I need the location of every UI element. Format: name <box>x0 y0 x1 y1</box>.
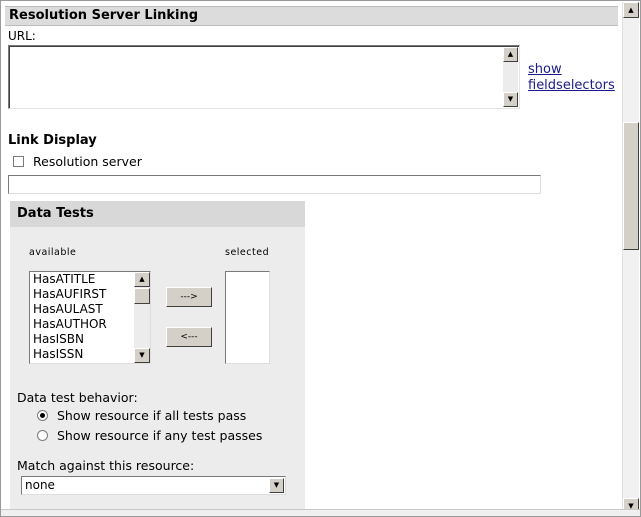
resolution-server-label: Resolution server <box>33 154 142 169</box>
list-item[interactable]: HasAUFIRST <box>30 287 134 302</box>
behavior-radio-any[interactable] <box>37 430 48 441</box>
link-display-heading: Link Display <box>8 133 97 148</box>
show-link[interactable]: show <box>528 62 562 78</box>
data-tests-title: Data Tests <box>10 201 305 227</box>
url-textarea[interactable]: ▲ ▼ <box>8 45 520 109</box>
data-tests-panel: Data Tests available selected HasATITLE … <box>10 201 305 510</box>
list-scrollbar[interactable]: ▲ ▼ <box>134 272 150 363</box>
available-label: available <box>29 247 77 258</box>
match-label: Match against this resource: <box>17 458 195 473</box>
behavior-option-any: Show resource if any test passes <box>57 428 263 443</box>
scroll-up-icon[interactable]: ▲ <box>503 47 518 62</box>
fieldselectors-link[interactable]: fieldselectors <box>528 78 615 94</box>
browser-window: Resolution Server Linking URL: ▲ ▼ show … <box>0 0 641 517</box>
selected-label: selected <box>225 247 270 258</box>
section-header: Resolution Server Linking <box>5 6 618 26</box>
link-display-input[interactable] <box>8 175 541 194</box>
page-scrollbar[interactable]: ▲ ▼ <box>622 2 639 514</box>
scroll-up-icon[interactable]: ▲ <box>623 2 639 18</box>
behavior-option-all: Show resource if all tests pass <box>57 408 247 423</box>
add-test-button[interactable]: ---> <box>166 287 212 307</box>
textarea-scrollbar[interactable]: ▲ ▼ <box>503 47 518 107</box>
scroll-up-icon[interactable]: ▲ <box>134 272 150 287</box>
resolution-server-checkbox[interactable] <box>13 156 24 167</box>
scroll-down-icon[interactable]: ▼ <box>503 92 518 107</box>
list-item[interactable]: HasAUTHOR <box>30 317 134 332</box>
selected-tests-list[interactable] <box>225 271 270 364</box>
url-label: URL: <box>8 29 36 43</box>
chevron-down-icon[interactable]: ▼ <box>269 478 284 493</box>
remove-test-button[interactable]: <--- <box>166 327 212 347</box>
scroll-thumb[interactable] <box>623 122 639 250</box>
list-item[interactable]: HasISBN <box>30 332 134 347</box>
match-select[interactable]: none ▼ <box>21 476 286 495</box>
available-tests-list[interactable]: HasATITLE HasAUFIRST HasAULAST HasAUTHOR… <box>29 271 151 364</box>
window-bottom-edge <box>1 509 640 516</box>
list-item[interactable]: HasATITLE <box>30 272 134 287</box>
scroll-thumb[interactable] <box>134 288 150 304</box>
behavior-label: Data test behavior: <box>17 390 138 405</box>
scroll-down-icon[interactable]: ▼ <box>134 348 150 363</box>
available-items: HasATITLE HasAUFIRST HasAULAST HasAUTHOR… <box>30 272 134 362</box>
page-content: Resolution Server Linking URL: ▲ ▼ show … <box>3 3 618 510</box>
behavior-radio-all[interactable] <box>37 410 48 421</box>
list-item[interactable]: HasAULAST <box>30 302 134 317</box>
match-select-value: none <box>25 478 55 492</box>
list-item[interactable]: HasISSN <box>30 347 134 362</box>
